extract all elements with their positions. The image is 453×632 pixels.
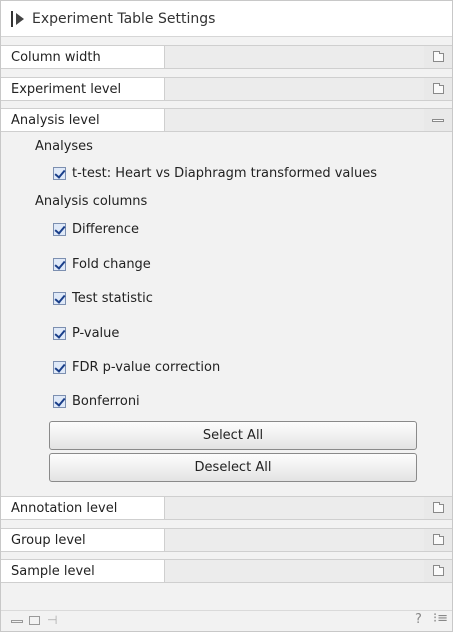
analysis-level-content: Analyses t-test: Heart vs Diaphragm tran… (1, 133, 452, 489)
level-group[interactable]: Group level (1, 528, 452, 552)
analyses-heading: Analyses (35, 139, 93, 154)
level-header-fill (165, 529, 424, 551)
column-checkbox-p-value[interactable]: P-value (53, 326, 119, 341)
checkbox[interactable] (53, 361, 66, 374)
level-sample[interactable]: Sample level (1, 559, 452, 583)
level-label: Experiment level (1, 78, 165, 100)
folder-icon (432, 564, 444, 576)
level-label: Group level (1, 529, 165, 551)
column-checkbox-fold-change[interactable]: Fold change (53, 257, 151, 272)
level-annotation[interactable]: Annotation level (1, 496, 452, 520)
level-experiment[interactable]: Experiment level (1, 77, 452, 101)
panel-footer: ⊣ ? ⁝≡ (1, 610, 452, 631)
level-collapse-toggle[interactable] (424, 109, 452, 131)
folder-icon (432, 501, 444, 513)
checkbox-label: Test statistic (72, 291, 153, 306)
level-column-width[interactable]: Column width (1, 45, 452, 69)
checkbox[interactable] (53, 258, 66, 271)
checkbox[interactable] (53, 395, 66, 408)
collapse-icon (432, 118, 444, 122)
checkbox[interactable] (53, 327, 66, 340)
checkbox[interactable] (53, 292, 66, 305)
expand-all-icon[interactable] (29, 616, 40, 625)
level-label: Annotation level (1, 497, 165, 519)
split-icon[interactable]: ⊣ (47, 613, 57, 627)
level-label: Column width (1, 46, 165, 68)
checkbox-label: Fold change (72, 257, 151, 272)
menu-icon[interactable]: ⁝≡ (433, 611, 448, 626)
panel-title-bar[interactable]: Experiment Table Settings (1, 1, 452, 37)
folder-icon (432, 533, 444, 545)
checkbox-label: Bonferroni (72, 394, 140, 409)
checkbox[interactable] (53, 167, 66, 180)
collapse-all-icon[interactable] (11, 620, 23, 623)
checkbox-label: FDR p-value correction (72, 360, 221, 375)
checkbox-label: Difference (72, 222, 140, 237)
level-header-fill (165, 109, 424, 131)
help-icon[interactable]: ? (415, 612, 422, 627)
analysis-columns-heading: Analysis columns (35, 194, 148, 209)
checkbox-label: t-test: Heart vs Diaphragm transformed v… (72, 166, 378, 181)
select-all-button[interactable]: Select All (49, 421, 417, 450)
checkbox-label: P-value (72, 326, 120, 341)
level-analysis[interactable]: Analysis level (1, 108, 452, 132)
column-checkbox-test-statistic[interactable]: Test statistic (53, 291, 153, 306)
experiment-table-settings-panel: Experiment Table Settings Column width E… (0, 0, 453, 632)
expand-arrow-icon[interactable] (16, 12, 24, 25)
folder-icon (432, 50, 444, 62)
level-header-fill (165, 78, 424, 100)
collapse-bar-icon (11, 10, 13, 27)
level-header-fill (165, 560, 424, 582)
analysis-checkbox-row[interactable]: t-test: Heart vs Diaphragm transformed v… (53, 166, 377, 181)
level-label: Sample level (1, 560, 165, 582)
folder-icon (432, 82, 444, 94)
level-label: Analysis level (1, 109, 165, 131)
panel-title: Experiment Table Settings (32, 10, 216, 27)
level-expand-toggle[interactable] (424, 497, 452, 519)
level-expand-toggle[interactable] (424, 78, 452, 100)
checkbox[interactable] (53, 223, 66, 236)
level-expand-toggle[interactable] (424, 529, 452, 551)
level-expand-toggle[interactable] (424, 560, 452, 582)
level-header-fill (165, 46, 424, 68)
level-header-fill (165, 497, 424, 519)
deselect-all-button[interactable]: Deselect All (49, 453, 417, 482)
column-checkbox-difference[interactable]: Difference (53, 222, 139, 237)
column-checkbox-fdr[interactable]: FDR p-value correction (53, 360, 220, 375)
level-expand-toggle[interactable] (424, 46, 452, 68)
column-checkbox-bonferroni[interactable]: Bonferroni (53, 394, 140, 409)
